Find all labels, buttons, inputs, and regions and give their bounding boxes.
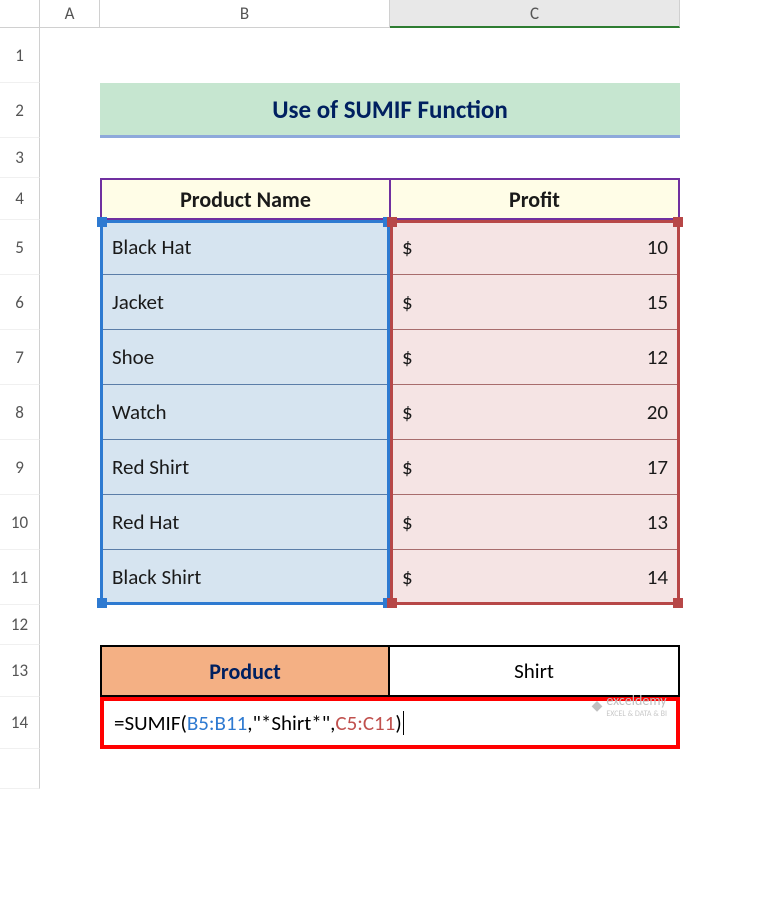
cell-a7[interactable] <box>40 330 100 385</box>
currency-symbol: $ <box>402 399 413 425</box>
text-cursor-icon <box>403 711 404 735</box>
product-cell-2[interactable]: Shoe <box>100 330 390 385</box>
lookup-label[interactable]: Product <box>100 645 390 697</box>
header-profit[interactable]: Profit <box>390 178 680 220</box>
row-header-8[interactable]: 8 <box>0 385 40 440</box>
watermark-tagline: EXCEL & DATA & BI <box>606 709 667 719</box>
currency-symbol: $ <box>402 234 413 260</box>
profit-cell-4[interactable]: $ 17 <box>390 440 680 495</box>
row-header-15[interactable] <box>0 749 40 789</box>
profit-value: 12 <box>647 344 668 370</box>
lookup-value[interactable]: Shirt <box>390 645 680 697</box>
header-product-name[interactable]: Product Name <box>100 178 390 220</box>
product-cell-6[interactable]: Black Shirt <box>100 550 390 605</box>
formula-suffix: ) <box>395 710 401 736</box>
row-header-10[interactable]: 10 <box>0 495 40 550</box>
cell-b12[interactable] <box>100 605 390 645</box>
cell-a5[interactable] <box>40 220 100 275</box>
profit-value: 13 <box>647 509 668 535</box>
title-cell[interactable]: Use of SUMIF Function <box>100 83 680 138</box>
cell-a14[interactable] <box>40 697 100 749</box>
cell-a8[interactable] <box>40 385 100 440</box>
product-cell-5[interactable]: Red Hat <box>100 495 390 550</box>
brand-icon: ◆ <box>592 697 603 714</box>
cell-a11[interactable] <box>40 550 100 605</box>
row-header-12[interactable]: 12 <box>0 605 40 645</box>
col-header-b[interactable]: B <box>100 0 390 28</box>
product-cell-1[interactable]: Jacket <box>100 275 390 330</box>
cell-a12[interactable] <box>40 605 100 645</box>
cell-c15[interactable] <box>390 749 680 789</box>
cell-a2[interactable] <box>40 83 100 138</box>
profit-value: 14 <box>647 564 668 590</box>
formula-range1: B5:B11 <box>187 710 247 736</box>
cell-a9[interactable] <box>40 440 100 495</box>
row-header-13[interactable]: 13 <box>0 645 40 697</box>
row-header-2[interactable]: 2 <box>0 83 40 138</box>
product-cell-0[interactable]: Black Hat <box>100 220 390 275</box>
row-header-14[interactable]: 14 <box>0 697 40 749</box>
cell-a15[interactable] <box>40 749 100 789</box>
profit-value: 20 <box>647 399 668 425</box>
cell-a3[interactable] <box>40 138 100 178</box>
profit-value: 17 <box>647 454 668 480</box>
select-all-corner[interactable] <box>0 0 40 28</box>
cell-c3[interactable] <box>390 138 680 178</box>
profit-value: 15 <box>647 289 668 315</box>
row-header-7[interactable]: 7 <box>0 330 40 385</box>
formula-criteria: "*Shirt*" <box>253 710 331 736</box>
profit-cell-0[interactable]: $ 10 <box>390 220 680 275</box>
row-header-9[interactable]: 9 <box>0 440 40 495</box>
cell-b3[interactable] <box>100 138 390 178</box>
cell-b15[interactable] <box>100 749 390 789</box>
cell-a1[interactable] <box>40 28 100 83</box>
profit-cell-1[interactable]: $ 15 <box>390 275 680 330</box>
cell-a6[interactable] <box>40 275 100 330</box>
currency-symbol: $ <box>402 564 413 590</box>
profit-cell-6[interactable]: $ 14 <box>390 550 680 605</box>
watermark: ◆ exceldemy EXCEL & DATA & BI <box>592 692 667 719</box>
row-header-5[interactable]: 5 <box>0 220 40 275</box>
profit-cell-5[interactable]: $ 13 <box>390 495 680 550</box>
row-header-3[interactable]: 3 <box>0 138 40 178</box>
formula-range2: C5:C11 <box>335 710 395 736</box>
cell-c12[interactable] <box>390 605 680 645</box>
product-cell-3[interactable]: Watch <box>100 385 390 440</box>
currency-symbol: $ <box>402 344 413 370</box>
cell-a13[interactable] <box>40 645 100 697</box>
currency-symbol: $ <box>402 509 413 535</box>
currency-symbol: $ <box>402 454 413 480</box>
col-header-c[interactable]: C <box>390 0 680 28</box>
row-header-1[interactable]: 1 <box>0 28 40 83</box>
row-header-6[interactable]: 6 <box>0 275 40 330</box>
watermark-brand: exceldemy <box>606 692 666 709</box>
cell-b1[interactable] <box>100 28 390 83</box>
row-header-11[interactable]: 11 <box>0 550 40 605</box>
product-cell-4[interactable]: Red Shirt <box>100 440 390 495</box>
formula-prefix: =SUMIF( <box>114 710 187 736</box>
profit-cell-2[interactable]: $ 12 <box>390 330 680 385</box>
col-header-a[interactable]: A <box>40 0 100 28</box>
row-header-4[interactable]: 4 <box>0 178 40 220</box>
profit-cell-3[interactable]: $ 20 <box>390 385 680 440</box>
cell-a10[interactable] <box>40 495 100 550</box>
cell-c1[interactable] <box>390 28 680 83</box>
currency-symbol: $ <box>402 289 413 315</box>
profit-value: 10 <box>647 234 668 260</box>
cell-a4[interactable] <box>40 178 100 220</box>
